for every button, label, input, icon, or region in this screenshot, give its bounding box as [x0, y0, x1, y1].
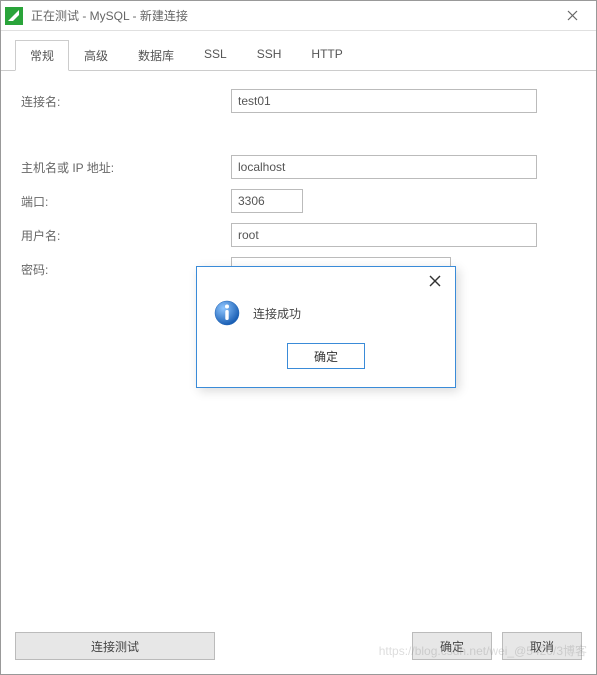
- dialog-close-button[interactable]: [421, 269, 449, 293]
- dialog-footer: 确定: [197, 343, 455, 387]
- result-dialog: 连接成功 确定: [196, 266, 456, 388]
- info-icon: [213, 299, 241, 327]
- dialog-body: 连接成功: [197, 295, 455, 343]
- close-button[interactable]: [552, 2, 592, 30]
- host-label: 主机名或 IP 地址:: [21, 159, 231, 176]
- row-host: 主机名或 IP 地址:: [21, 155, 576, 179]
- window-title: 正在测试 - MySQL - 新建连接: [31, 7, 552, 24]
- connection-name-input[interactable]: [231, 89, 537, 113]
- connection-name-label: 连接名:: [21, 93, 231, 110]
- ok-button[interactable]: 确定: [412, 632, 492, 660]
- username-input[interactable]: [231, 223, 537, 247]
- row-port: 端口:: [21, 189, 576, 213]
- cancel-button[interactable]: 取消: [502, 632, 582, 660]
- port-input[interactable]: [231, 189, 303, 213]
- tab-general[interactable]: 常规: [15, 40, 69, 71]
- tab-ssl[interactable]: SSL: [189, 40, 242, 71]
- app-icon: [5, 7, 23, 25]
- row-connection-name: 连接名:: [21, 89, 576, 113]
- test-connection-button[interactable]: 连接测试: [15, 632, 215, 660]
- dialog-header: [197, 267, 455, 295]
- tab-http[interactable]: HTTP: [296, 40, 357, 71]
- titlebar: 正在测试 - MySQL - 新建连接: [1, 1, 596, 31]
- tab-bar: 常规 高级 数据库 SSL SSH HTTP: [1, 31, 596, 71]
- footer-spacer: [225, 632, 402, 660]
- tab-database[interactable]: 数据库: [123, 40, 189, 71]
- tab-advanced[interactable]: 高级: [69, 40, 123, 71]
- username-label: 用户名:: [21, 227, 231, 244]
- dialog-ok-button[interactable]: 确定: [287, 343, 365, 369]
- row-username: 用户名:: [21, 223, 576, 247]
- port-label: 端口:: [21, 193, 231, 210]
- tab-ssh[interactable]: SSH: [242, 40, 297, 71]
- dialog-message: 连接成功: [253, 305, 301, 322]
- host-input[interactable]: [231, 155, 537, 179]
- footer: 连接测试 确定 取消: [1, 622, 596, 674]
